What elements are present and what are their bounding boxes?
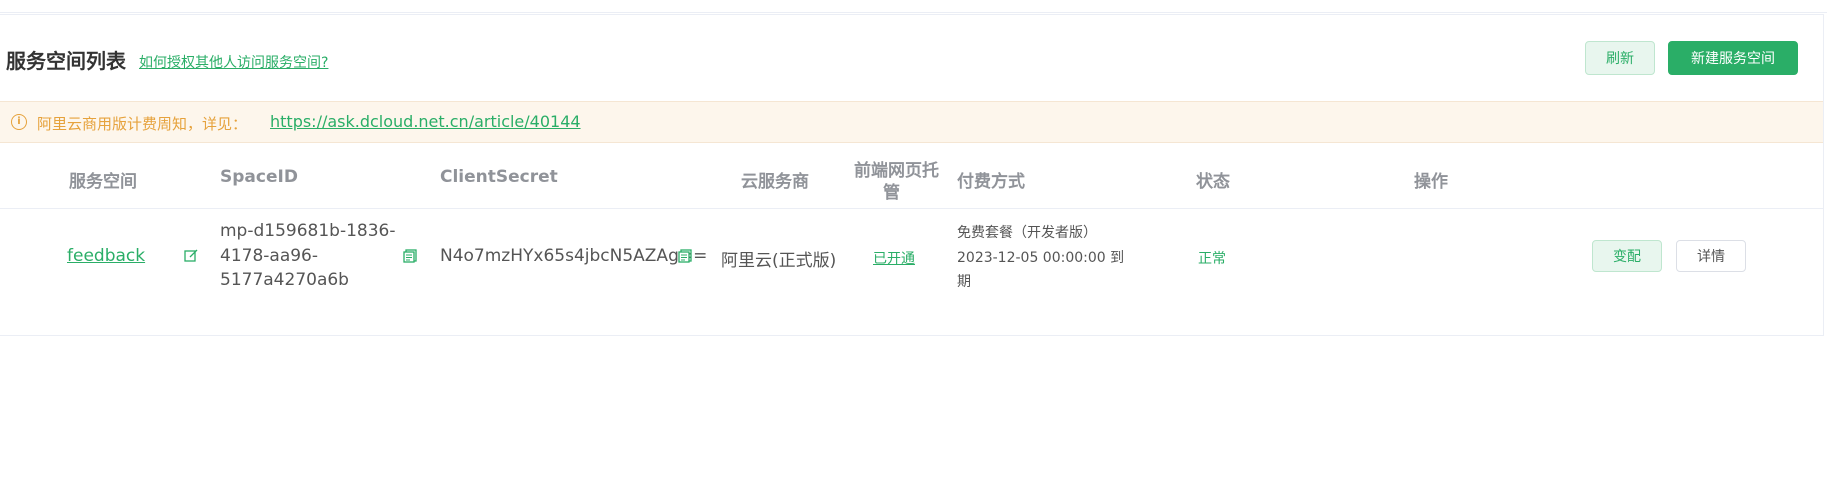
- edit-icon[interactable]: [184, 248, 198, 262]
- plan-line3: 期: [957, 274, 971, 290]
- copy-icon[interactable]: [403, 248, 417, 263]
- col-clientsecret: ClientSecret: [440, 167, 558, 187]
- refresh-button[interactable]: 刷新: [1585, 41, 1655, 75]
- col-hosting-line2: 管: [883, 183, 900, 203]
- info-icon: i: [11, 114, 27, 130]
- col-payment: 付费方式: [957, 172, 1025, 192]
- client-secret: N4o7mzHYx65s4jbcN5AZAg==: [440, 246, 708, 266]
- space-id-line1: mp-d159681b-1836-: [220, 221, 396, 241]
- detail-button[interactable]: 详情: [1676, 240, 1746, 272]
- table-row: feedback mp-d159681b-1836- 4178-aa96- 51…: [0, 209, 1823, 301]
- space-id-line2: 4178-aa96-: [220, 246, 318, 266]
- new-space-button[interactable]: 新建服务空间: [1668, 41, 1798, 75]
- notice-bar: i 阿里云商用版计费周知，详见： https://ask.dcloud.net.…: [0, 101, 1823, 143]
- hosting-status-link[interactable]: 已开通: [873, 248, 915, 268]
- card-header: 服务空间列表 如何授权其他人访问服务空间? 刷新 新建服务空间: [0, 15, 1823, 101]
- top-strip: [0, 0, 1827, 13]
- col-provider: 云服务商: [741, 172, 809, 192]
- col-space: 服务空间: [69, 172, 137, 192]
- col-status: 状态: [1196, 172, 1230, 192]
- col-actions: 操作: [1414, 172, 1448, 192]
- plan-line1: 免费套餐（开发者版）: [957, 225, 1097, 241]
- provider: 阿里云(正式版): [721, 251, 837, 271]
- table-header: 服务空间 SpaceID ClientSecret 云服务商 前端网页托 管 付…: [0, 142, 1823, 209]
- change-config-button[interactable]: 变配: [1592, 240, 1662, 272]
- plan-line2: 2023-12-05 00:00:00 到: [957, 250, 1125, 266]
- page-title: 服务空间列表: [6, 49, 126, 73]
- copy-icon[interactable]: [678, 248, 692, 263]
- notice-text: 阿里云商用版计费周知，详见：: [37, 115, 248, 133]
- status-badge: 正常: [1198, 251, 1226, 267]
- space-name-link[interactable]: feedback: [67, 246, 145, 266]
- notice-link[interactable]: https://ask.dcloud.net.cn/article/40144: [270, 112, 581, 131]
- col-spaceid: SpaceID: [220, 167, 298, 187]
- help-link[interactable]: 如何授权其他人访问服务空间?: [139, 52, 328, 72]
- space-list-card: 服务空间列表 如何授权其他人访问服务空间? 刷新 新建服务空间 i 阿里云商用版…: [0, 14, 1824, 336]
- space-id-line3: 5177a4270a6b: [220, 270, 349, 290]
